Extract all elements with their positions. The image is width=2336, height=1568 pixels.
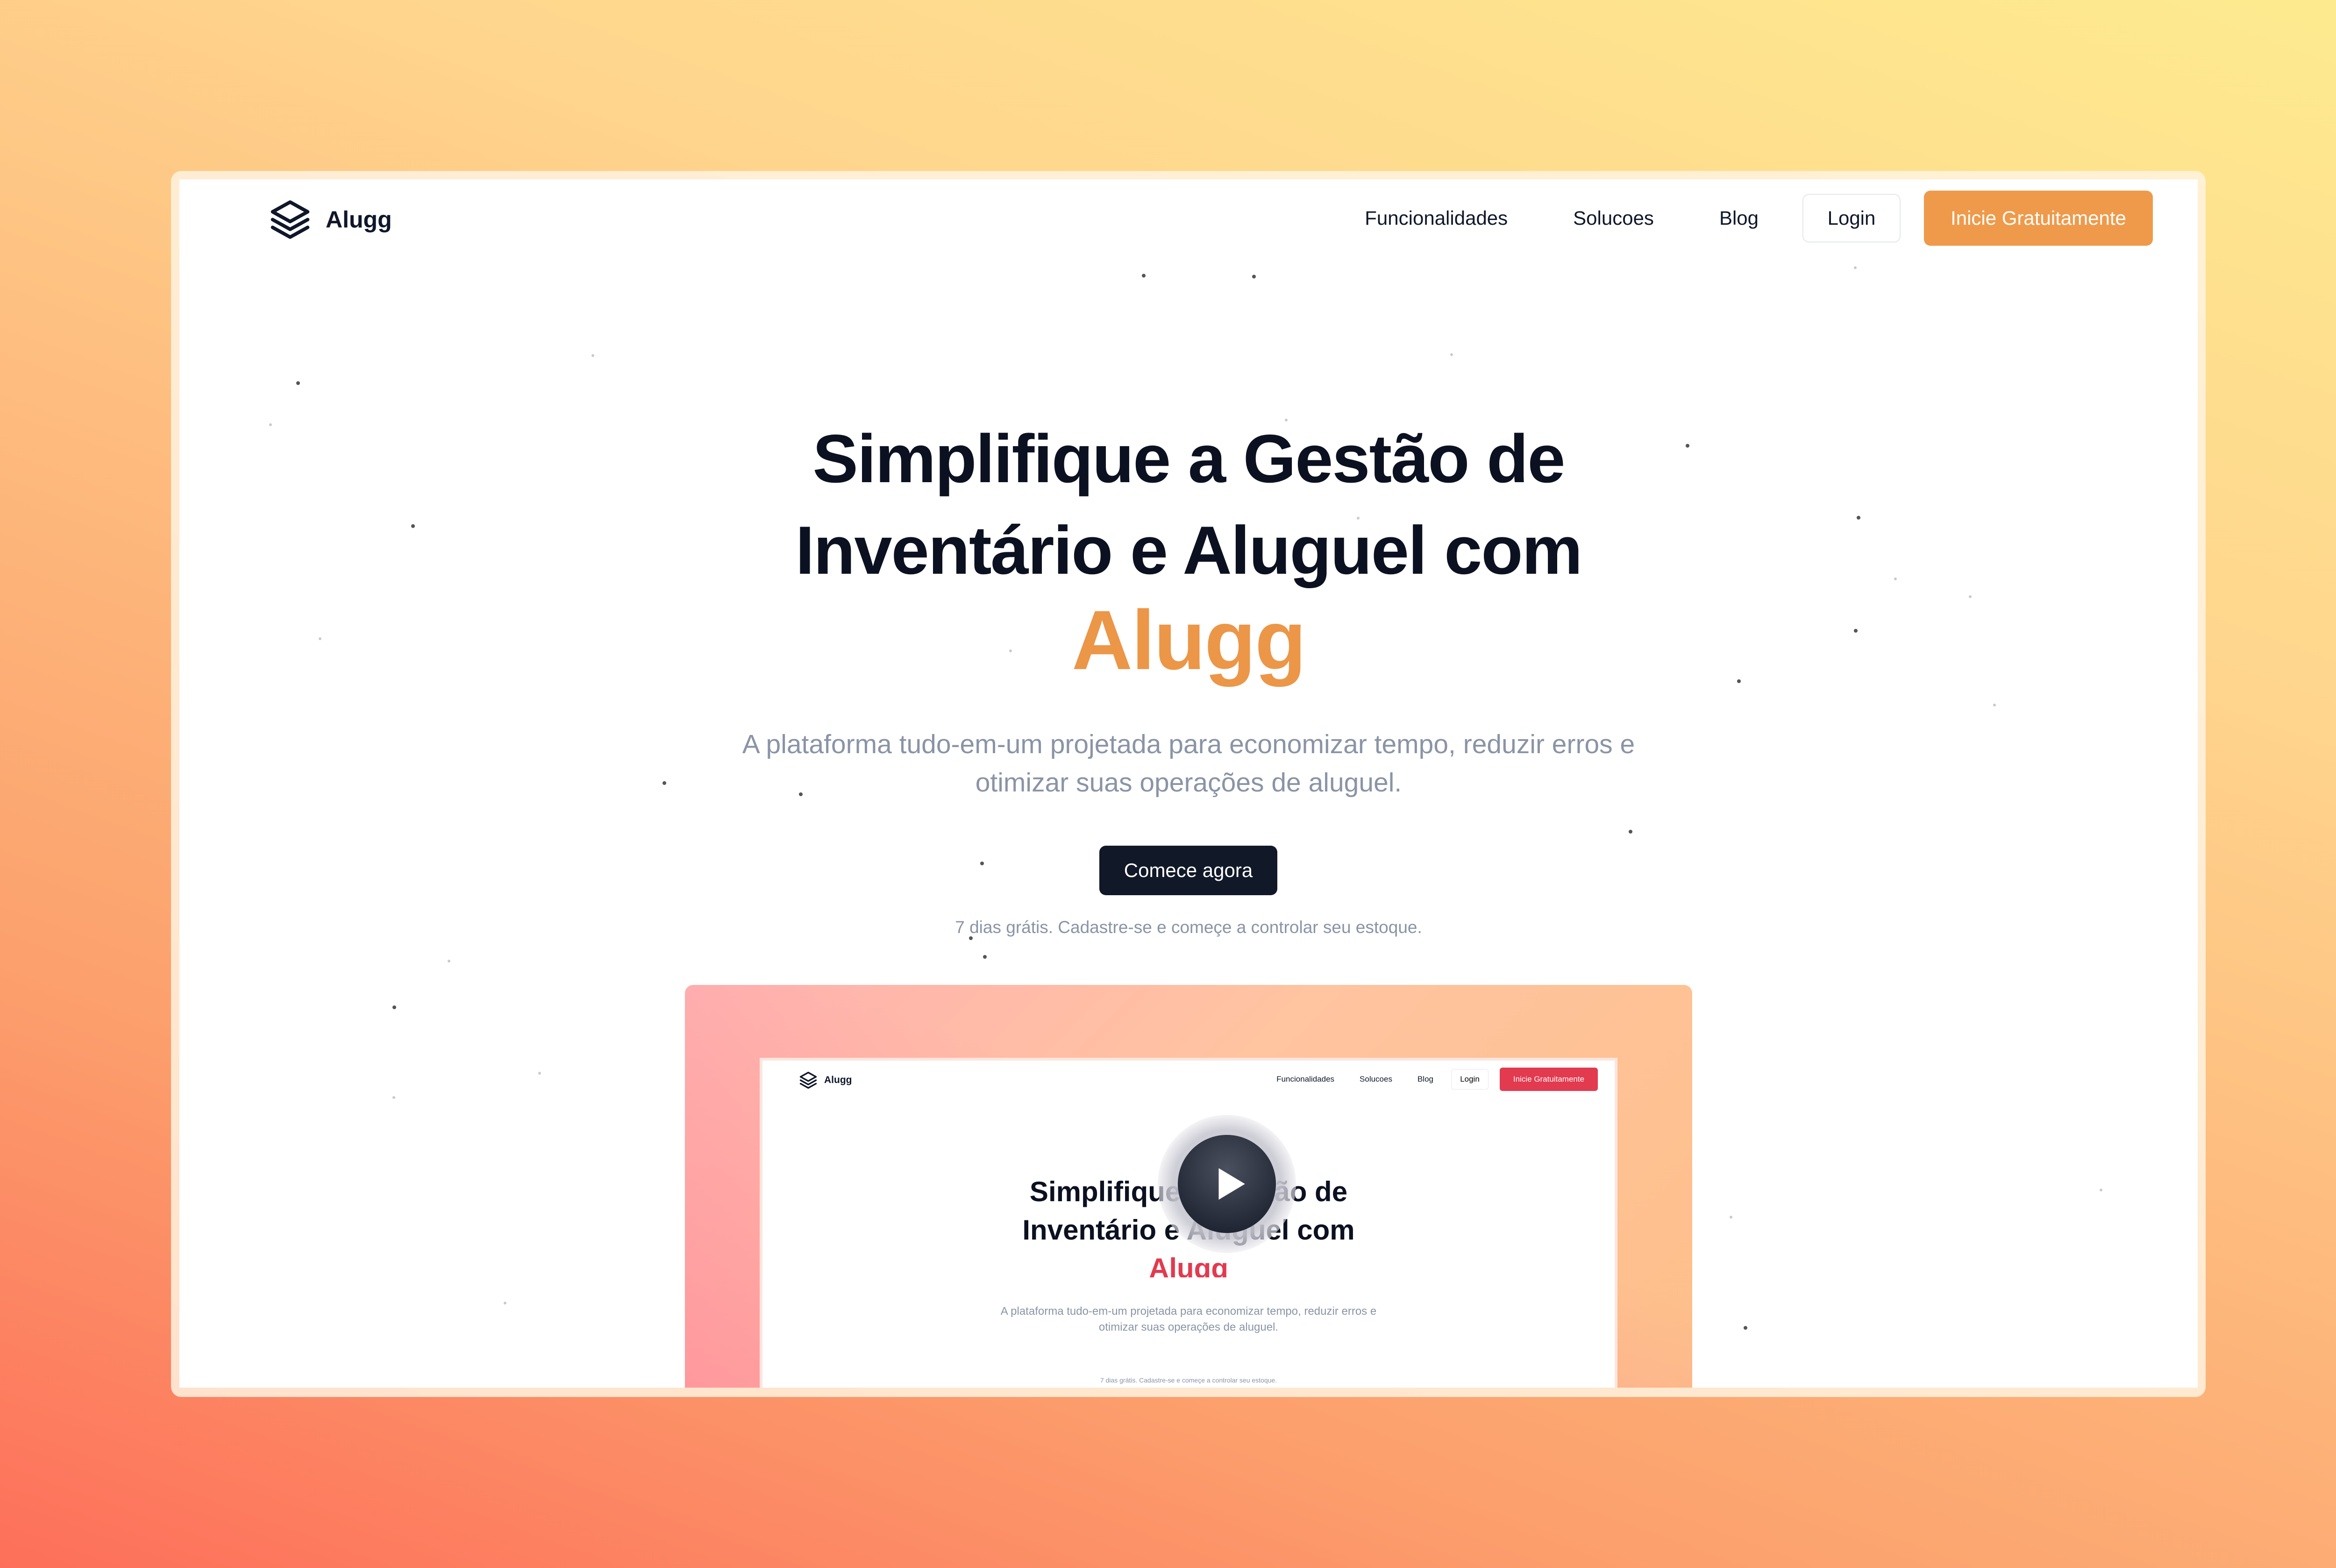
layers-icon (799, 1071, 817, 1089)
nav-link-solucoes[interactable]: Solucoes (1573, 207, 1654, 229)
preview-nav: Funcionalidades Solucoes Blog Login Inic… (1276, 1067, 1598, 1091)
preview-nav-link-blog: Blog (1417, 1075, 1433, 1083)
trial-note: 7 dias grátis. Cadastre-se e começe a co… (955, 918, 1422, 937)
top-nav: Funcionalidades Solucoes Blog Login Inic… (1365, 191, 2153, 246)
hero-subtitle: A plataforma tudo-em-um projetada para e… (179, 725, 2198, 802)
preview-brand-name: Alugg (824, 1075, 852, 1085)
preview-title-accent: Alugg (1149, 1253, 1228, 1277)
preview-note: 7 dias grátis. Cadastre-se e começe a co… (1100, 1376, 1277, 1384)
nav-link-blog[interactable]: Blog (1719, 207, 1759, 229)
video-preview[interactable]: Alugg Funcionalidades Solucoes Blog Logi… (685, 985, 1692, 1388)
nav-link-funcionalidades[interactable]: Funcionalidades (1365, 207, 1508, 229)
preview-nav-link-funcionalidades: Funcionalidades (1276, 1075, 1335, 1083)
get-started-button[interactable]: Comece agora (1099, 846, 1277, 895)
play-button[interactable] (1158, 1115, 1296, 1253)
preview-subtitle: A plataforma tudo-em-um projetada para e… (762, 1304, 1615, 1335)
hero-title: Simplifique a Gestão de Inventário e Alu… (179, 413, 2198, 685)
login-button[interactable]: Login (1802, 194, 1901, 242)
hero-title-accent: Alugg (1072, 593, 1306, 687)
hero-subtitle-line2: otimizar suas operações de aluguel. (975, 768, 1402, 798)
play-button-inner (1178, 1135, 1276, 1233)
brand-name: Alugg (326, 207, 392, 233)
landing-page: Alugg Funcionalidades Solucoes Blog Logi… (179, 179, 2198, 1388)
preview-login-button: Login (1451, 1069, 1488, 1090)
brand-logo[interactable]: Alugg (267, 196, 392, 243)
play-icon (1218, 1168, 1245, 1200)
layers-icon (271, 200, 310, 239)
preview-cta-button: Inicie Gratuitamente (1500, 1068, 1598, 1091)
preview-nav-link-solucoes: Solucoes (1360, 1075, 1392, 1083)
hero-subtitle-line1: A plataforma tudo-em-um projetada para e… (742, 729, 1635, 759)
hero-title-line2: Inventário e Aluguel com (795, 512, 1583, 588)
hero-title-line1: Simplifique a Gestão de (812, 421, 1565, 497)
preview-subtitle-line2: otimizar suas operações de aluguel. (1098, 1321, 1279, 1333)
preview-subtitle-line1: A plataforma tudo-em-um projetada para e… (1000, 1305, 1377, 1318)
preview-brand-logo: Alugg (798, 1070, 852, 1090)
start-free-button[interactable]: Inicie Gratuitamente (1924, 191, 2153, 246)
